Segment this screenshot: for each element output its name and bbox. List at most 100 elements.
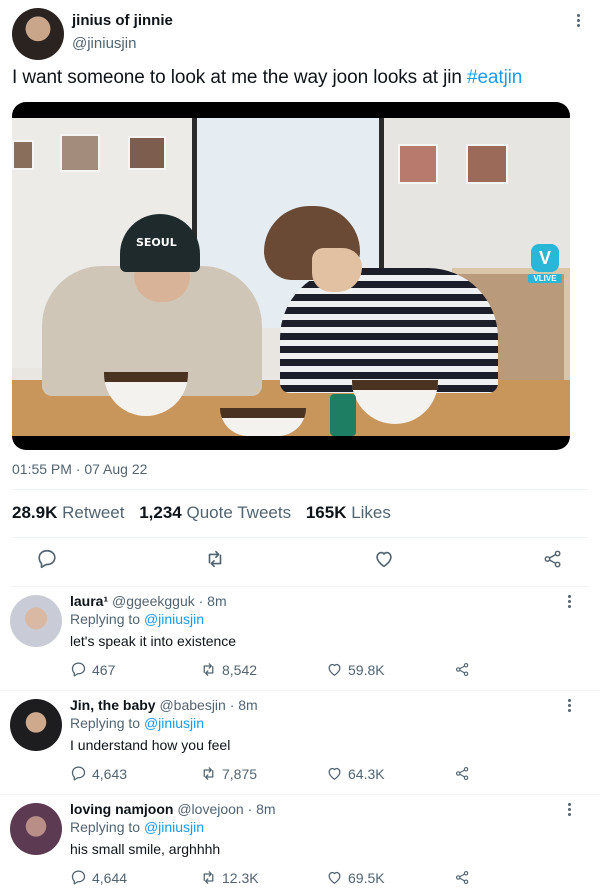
like-icon (328, 663, 341, 676)
replying-prefix: Replying to (70, 819, 144, 835)
reply-button[interactable]: 4,643 (70, 765, 127, 782)
avatar[interactable] (10, 699, 62, 751)
share-icon[interactable] (542, 548, 564, 570)
retweets-count: 28.9K (12, 503, 58, 522)
reply-button[interactable]: 4,644 (70, 869, 127, 886)
cap-text: SEOUL (136, 236, 177, 249)
retweet-button[interactable]: 7,875 (200, 765, 257, 782)
reply-text: his small smile, arghhhh (70, 841, 221, 857)
like-button[interactable]: 64.3K (326, 765, 385, 782)
quotes-count: 1,234 (139, 503, 182, 522)
vlive-label: VLIVE (528, 274, 562, 283)
wall-photo (60, 134, 100, 172)
reply-text: let's speak it into existence (70, 633, 237, 649)
tweet-timestamp[interactable]: 01:55 PM · 07 Aug 22 (12, 461, 147, 477)
reply-tweet[interactable]: loving namjoon @lovejoon · 8m Replying t… (0, 795, 600, 896)
more-icon[interactable] (568, 803, 571, 816)
replying-to: Replying to @jiniusjin (70, 715, 204, 731)
share-button[interactable] (454, 765, 471, 782)
video-frame: SEOUL V VLIVE (12, 118, 570, 436)
retweets-stat[interactable]: 28.9K Retweet (12, 503, 124, 522)
like-count: 64.3K (348, 765, 385, 782)
reply-tweet[interactable]: Jin, the baby @babesjin · 8m Replying to… (0, 691, 600, 795)
vlive-logo: V VLIVE (528, 244, 562, 288)
like-count: 59.8K (348, 661, 385, 678)
more-icon[interactable] (568, 699, 571, 712)
replying-prefix: Replying to (70, 715, 144, 731)
replying-to-link[interactable]: @jiniusjin (144, 715, 204, 731)
replying-to-link[interactable]: @jiniusjin (144, 611, 204, 627)
hashtag-link[interactable]: #eatjin (467, 67, 522, 88)
reply-tweet[interactable]: laura¹ @ggeekgguk · 8m Replying to @jini… (0, 587, 600, 691)
retweet-button[interactable]: 8,542 (200, 661, 257, 678)
reply-actions: 4,644 12.3K 69.5K (70, 869, 490, 889)
reply-author[interactable]: loving namjoon @lovejoon · 8m (70, 801, 276, 817)
reply-display-name: laura¹ (70, 593, 109, 609)
replying-to: Replying to @jiniusjin (70, 611, 204, 627)
reply-author[interactable]: laura¹ @ggeekgguk · 8m (70, 593, 227, 609)
tweet-video[interactable]: SEOUL V VLIVE (12, 102, 570, 450)
share-button[interactable] (454, 661, 471, 678)
retweet-count: 12.3K (222, 869, 259, 886)
quotes-stat[interactable]: 1,234 Quote Tweets (139, 503, 291, 522)
avatar[interactable] (10, 803, 62, 855)
reply-count: 4,643 (92, 765, 128, 782)
divider (12, 537, 588, 538)
retweet-button[interactable]: 12.3K (200, 869, 259, 886)
retweet-icon (203, 871, 214, 884)
wall-photo (466, 144, 508, 184)
reply-icon[interactable] (36, 548, 58, 570)
tweet-text: I want someone to look at me the way joo… (12, 67, 522, 89)
more-icon[interactable] (568, 595, 571, 608)
retweet-count: 7,875 (222, 765, 258, 782)
reply-icon (71, 870, 86, 885)
author-handle[interactable]: @jiniusjin (72, 35, 136, 52)
replying-to-link[interactable]: @jiniusjin (144, 819, 204, 835)
likes-stat[interactable]: 165K Likes (306, 503, 391, 522)
wall-photo (128, 136, 166, 170)
more-icon[interactable] (570, 14, 586, 34)
retweet-icon[interactable] (204, 548, 226, 570)
reply-handle-time: @ggeekgguk · 8m (112, 593, 227, 609)
retweet-icon (203, 663, 214, 676)
tweet-actions (0, 548, 600, 576)
vlive-mark: V (531, 244, 559, 272)
like-button[interactable]: 69.5K (326, 869, 385, 886)
quotes-label: Quote Tweets (186, 503, 292, 522)
reply-count: 4,644 (92, 869, 128, 886)
reply-handle-time: @babesjin · 8m (159, 697, 258, 713)
divider (12, 489, 588, 490)
avatar[interactable] (10, 595, 62, 647)
person-right (280, 268, 498, 393)
reply-count: 467 (92, 661, 116, 678)
retweet-icon (203, 767, 214, 780)
like-icon (328, 767, 341, 780)
replying-prefix: Replying to (70, 611, 144, 627)
reply-button[interactable]: 467 (70, 661, 115, 678)
share-button[interactable] (454, 869, 471, 886)
reply-icon (71, 766, 86, 781)
tweet-body: I want someone to look at me the way joo… (12, 67, 467, 88)
reply-icon (71, 662, 86, 677)
wall-photo (12, 140, 34, 170)
like-count: 69.5K (348, 869, 385, 886)
retweet-count: 8,542 (222, 661, 258, 678)
replying-to: Replying to @jiniusjin (70, 819, 204, 835)
share-icon (455, 870, 469, 885)
like-icon (328, 871, 341, 884)
reply-display-name: loving namjoon (70, 801, 174, 817)
reply-text: I understand how you feel (70, 737, 231, 753)
reply-actions: 467 8,542 59.8K (70, 661, 490, 681)
like-icon[interactable] (373, 548, 395, 570)
retweets-label: Retweet (62, 503, 125, 522)
reply-display-name: Jin, the baby (70, 697, 156, 713)
reply-actions: 4,643 7,875 64.3K (70, 765, 490, 785)
tweet-stats: 28.9K Retweet 1,234 Quote Tweets 165K Li… (12, 503, 401, 523)
author-avatar[interactable] (12, 8, 64, 60)
author-display-name[interactable]: jinius of jinnie (72, 12, 173, 29)
share-icon (455, 662, 469, 677)
reply-author[interactable]: Jin, the baby @babesjin · 8m (70, 697, 258, 713)
share-icon (455, 766, 469, 781)
wall-photo (398, 144, 438, 184)
like-button[interactable]: 59.8K (326, 661, 385, 678)
